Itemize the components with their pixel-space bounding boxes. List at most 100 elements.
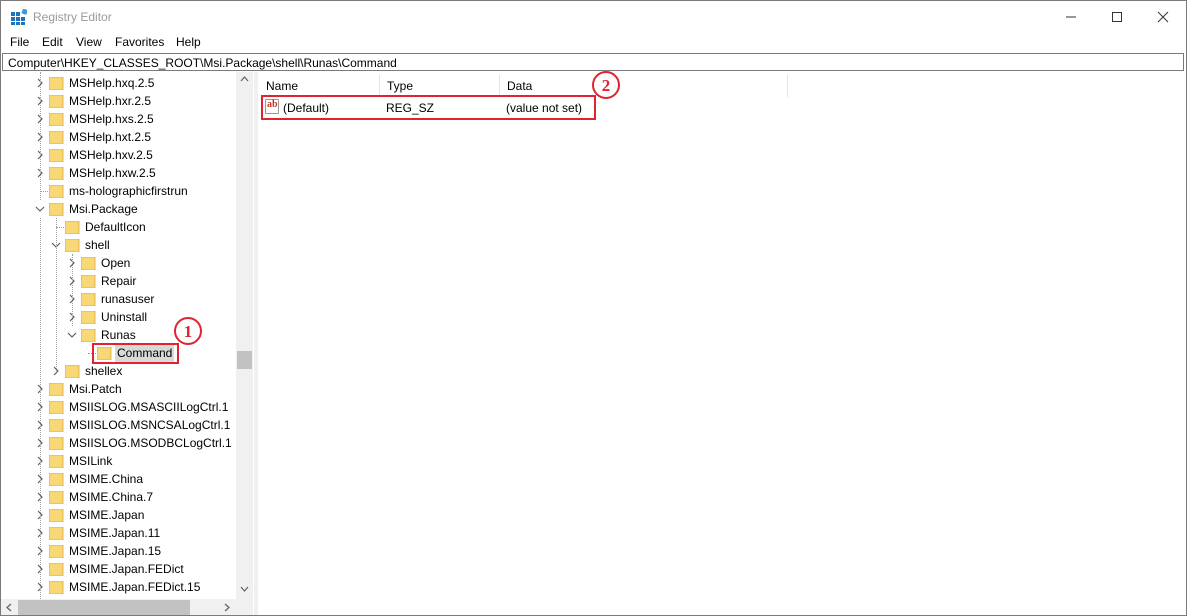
tree-item[interactable]: MSIME.Japan.15 <box>1 542 236 560</box>
tree-item[interactable]: Msi.Package <box>1 200 236 218</box>
tree-item[interactable]: MSHelp.hxv.2.5 <box>1 146 236 164</box>
folder-icon <box>49 113 64 126</box>
menu-view[interactable]: View <box>76 35 102 49</box>
highlight-box-command <box>92 343 179 364</box>
folder-icon <box>81 257 96 270</box>
values-list[interactable]: Name Type Data ab (Default) REG_SZ (valu… <box>259 72 1186 615</box>
tree-item-label: MSHelp.hxv.2.5 <box>69 148 153 162</box>
tree-item[interactable]: MSIME.Japan.11 <box>1 524 236 542</box>
tree-item-label: MSHelp.hxt.2.5 <box>69 130 152 144</box>
tree-item[interactable]: MSIME.Japan.FEDict.15 <box>1 578 236 596</box>
tree-item-label: MSIME.Japan.FEDict.15 <box>69 580 201 594</box>
menu-edit[interactable]: Edit <box>42 35 63 49</box>
folder-icon <box>49 203 64 216</box>
horizontal-scroll-thumb[interactable] <box>18 600 190 615</box>
menu-file[interactable]: File <box>10 35 29 49</box>
step-badge-2: 2 <box>592 71 620 99</box>
tree-item[interactable]: MSIISLOG.MSNCSALogCtrl.1 <box>1 416 236 434</box>
folder-icon <box>49 167 64 180</box>
column-header-data[interactable]: Data <box>500 75 788 97</box>
tree-connector-line <box>72 254 74 326</box>
tree-item[interactable]: MSHelp.hxs.2.5 <box>1 110 236 128</box>
tree-item-label: runasuser <box>101 292 155 306</box>
folder-icon <box>49 77 64 90</box>
tree-item-label: Uninstall <box>101 310 148 324</box>
tree-item[interactable]: MSHelp.hxw.2.5 <box>1 164 236 182</box>
maximize-button[interactable] <box>1094 1 1140 32</box>
step-badge-1: 1 <box>174 317 202 345</box>
tree-item[interactable]: MSILink <box>1 452 236 470</box>
tree-item[interactable]: MSHelp.hxt.2.5 <box>1 128 236 146</box>
address-bar[interactable]: Computer\HKEY_CLASSES_ROOT\Msi.Package\s… <box>2 53 1184 71</box>
tree-connector-line <box>56 218 58 371</box>
tree-item[interactable]: DefaultIcon <box>1 218 236 236</box>
column-header-name[interactable]: Name <box>259 75 380 97</box>
folder-icon <box>49 401 64 414</box>
tree-item[interactable]: Repair <box>1 272 236 290</box>
tree-connector-line <box>40 218 42 599</box>
maximize-icon <box>1112 11 1122 22</box>
tree-item-label: Open <box>101 256 131 270</box>
tree-item-label: MSIISLOG.MSASCIILogCtrl.1 <box>69 400 229 414</box>
menu-favorites[interactable]: Favorites <box>115 35 164 49</box>
vertical-scroll-thumb[interactable] <box>237 351 252 369</box>
folder-icon <box>49 185 64 198</box>
folder-icon <box>65 365 80 378</box>
tree-item-label: MSIME.Japan.FEDict <box>69 562 184 576</box>
highlight-box-value <box>261 95 596 120</box>
tree-item[interactable]: MSIISLOG.MSODBCLogCtrl.1 <box>1 434 236 452</box>
folder-icon <box>49 545 64 558</box>
tree-item[interactable]: MSHelp.hxq.2.5 <box>1 74 236 92</box>
tree-item[interactable]: MSIME.China <box>1 470 236 488</box>
tree-item[interactable]: ms-holographicfirstrun <box>1 182 236 200</box>
tree-item-label: MSIME.Japan <box>69 508 145 522</box>
tree-item-label: MSIME.Japan.15 <box>69 544 162 558</box>
tree-item[interactable]: MSIME.Japan <box>1 506 236 524</box>
tree-item[interactable]: shell <box>1 236 236 254</box>
scroll-down-icon[interactable] <box>240 586 249 592</box>
folder-icon <box>49 581 64 594</box>
folder-icon <box>49 455 64 468</box>
menu-bar: File Edit View Favorites Help <box>1 32 1186 52</box>
tree-item[interactable]: MSIME.Japan.FEDict <box>1 560 236 578</box>
pane-splitter[interactable] <box>254 72 258 615</box>
tree-item-label: MSHelp.hxs.2.5 <box>69 112 154 126</box>
tree-horizontal-scrollbar[interactable] <box>1 599 236 615</box>
tree-item[interactable]: Uninstall <box>1 308 236 326</box>
tree-item[interactable]: Open <box>1 254 236 272</box>
folder-icon <box>49 563 64 576</box>
minimize-button[interactable] <box>1048 1 1094 32</box>
tree-item[interactable]: MSIME.China.7 <box>1 488 236 506</box>
folder-icon <box>81 311 96 324</box>
folder-icon <box>49 527 64 540</box>
column-header-type[interactable]: Type <box>380 75 500 97</box>
scroll-left-icon[interactable] <box>6 603 12 612</box>
menu-help[interactable]: Help <box>176 35 201 49</box>
tree-item-label: MSIISLOG.MSNCSALogCtrl.1 <box>69 418 231 432</box>
folder-icon <box>49 149 64 162</box>
close-button[interactable] <box>1140 1 1186 32</box>
title-bar: Registry Editor <box>1 1 1186 32</box>
tree-item[interactable]: shellex <box>1 362 236 380</box>
scroll-up-icon[interactable] <box>240 76 249 82</box>
tree-item-label: MSIME.Japan.11 <box>69 526 161 540</box>
tree-item-label: shell <box>85 238 110 252</box>
tree-item[interactable]: Msi.Patch <box>1 380 236 398</box>
tree-item[interactable]: MSHelp.hxr.2.5 <box>1 92 236 110</box>
chevron-down-icon[interactable] <box>67 326 77 344</box>
folder-icon <box>49 509 64 522</box>
folder-icon <box>49 491 64 504</box>
scrollbar-corner <box>236 599 253 615</box>
chevron-down-icon[interactable] <box>35 200 45 218</box>
folder-icon <box>81 293 96 306</box>
tree-item-label: MSILink <box>69 454 113 468</box>
tree-item-label: MSHelp.hxq.2.5 <box>69 76 155 90</box>
scroll-right-icon[interactable] <box>224 603 230 612</box>
tree-vertical-scrollbar[interactable] <box>236 72 253 599</box>
registry-editor-window: Registry Editor File Edit View Favorites… <box>0 0 1187 616</box>
tree-item[interactable]: MSIISLOG.MSASCIILogCtrl.1 <box>1 398 236 416</box>
tree-connector-line <box>40 72 42 200</box>
folder-icon <box>49 131 64 144</box>
tree-item[interactable]: runasuser <box>1 290 236 308</box>
window-title: Registry Editor <box>33 10 112 24</box>
